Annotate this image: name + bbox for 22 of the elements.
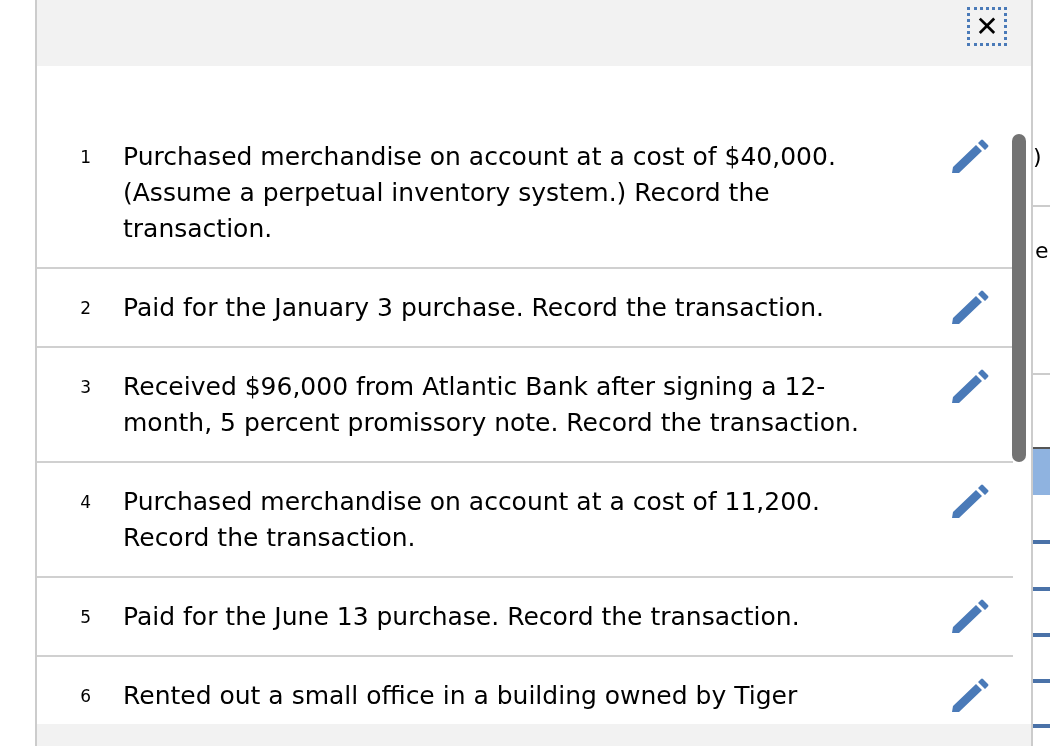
pencil-icon[interactable]: [950, 678, 990, 714]
transaction-text: Paid for the January 3 purchase. Record the transaction.: [122, 292, 826, 324]
pencil-icon[interactable]: [950, 139, 990, 175]
transaction-text: Purchased merchandise on account at a cost of 11,200. Record the transaction.: [122, 486, 821, 554]
close-button[interactable]: ✕: [968, 8, 1006, 45]
background-text: e: [1035, 238, 1049, 264]
item-number: 3: [79, 376, 91, 399]
transaction-text: Rented out a small office in a building owned by Tiger: [122, 680, 799, 712]
transaction-text: Received $96,000 from Atlantic Bank after signing a 12-month, 5 percent promissory note. Record the transaction.: [122, 371, 860, 439]
pencil-icon[interactable]: [950, 290, 990, 326]
item-number: 2: [79, 297, 91, 320]
pencil-icon[interactable]: [950, 369, 990, 405]
item-number: 6: [79, 685, 91, 708]
transaction-text: Paid for the June 13 purchase. Record the transaction.: [122, 601, 801, 633]
scrollbar-thumb[interactable]: [1012, 134, 1026, 462]
item-number: 5: [79, 606, 91, 629]
background-text: ): [1033, 144, 1042, 170]
pencil-icon[interactable]: [950, 599, 990, 635]
item-number: 1: [79, 146, 91, 169]
transaction-text: Purchased merchandise on account at a cost of $40,000. (Assume a perpetual inventory system.) Record the transaction.: [122, 141, 837, 245]
pencil-icon[interactable]: [950, 484, 990, 520]
item-number: 4: [79, 491, 91, 514]
